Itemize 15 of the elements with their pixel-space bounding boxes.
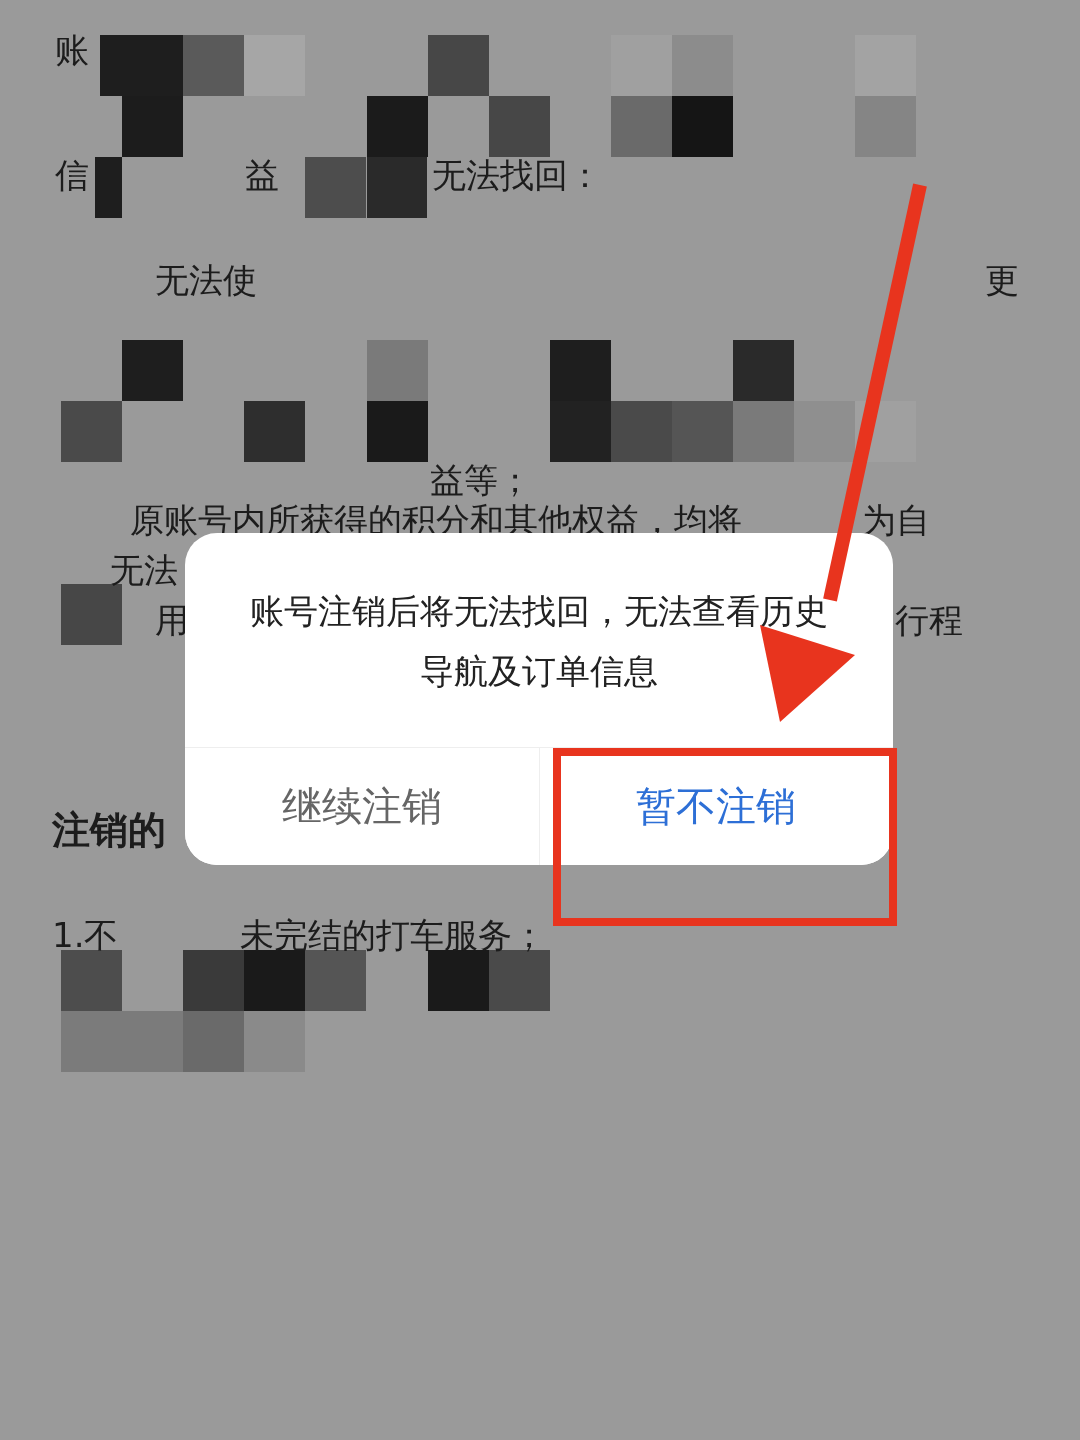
text-fragment: 账 bbox=[55, 29, 89, 72]
text-fragment: 信 bbox=[55, 154, 89, 197]
text-fragment: 未完结的打车服务； bbox=[240, 914, 546, 957]
text-fragment: 无法找回： bbox=[432, 154, 602, 197]
text-fragment: 更 bbox=[985, 259, 1019, 302]
text-fragment: 行程 bbox=[895, 599, 963, 642]
text-fragment: 1.不 bbox=[52, 914, 119, 957]
dialog-message: 账号注销后将无法找回，无法查看历史导航及订单信息 bbox=[249, 590, 829, 693]
section-heading: 注销的 bbox=[52, 808, 166, 852]
text-fragment: 用 bbox=[155, 599, 189, 642]
text-fragment: 为自 bbox=[862, 499, 930, 542]
text-fragment: 无法使 bbox=[155, 259, 257, 302]
text-fragment: 益等； bbox=[430, 459, 532, 502]
text-fragment: 无法 bbox=[110, 549, 178, 592]
text-fragment: 益 bbox=[245, 154, 279, 197]
